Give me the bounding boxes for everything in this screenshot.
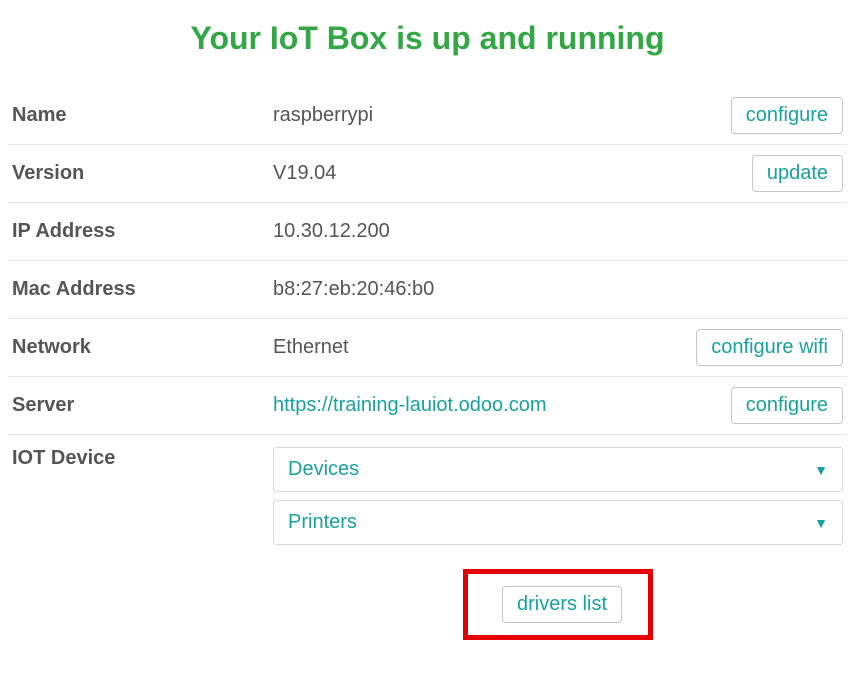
label-mac: Mac Address [12, 278, 255, 301]
label-version: Version [12, 162, 255, 185]
value-name: raspberrypi [273, 104, 723, 127]
panel-devices-title: Devices [288, 458, 359, 481]
page-title: Your IoT Box is up and running [8, 20, 847, 57]
panel-printers-header[interactable]: Printers ▼ [274, 501, 842, 544]
label-name: Name [12, 104, 255, 127]
row-mac: Mac Address b8:27:eb:20:46:b0 [8, 261, 847, 319]
configure-server-button[interactable]: configure [731, 387, 843, 424]
value-network: Ethernet [273, 336, 688, 359]
label-server: Server [12, 394, 255, 417]
label-network: Network [12, 336, 255, 359]
row-version: Version V19.04 update [8, 145, 847, 203]
label-iot-device: IOT Device [12, 447, 255, 470]
chevron-down-icon: ▼ [814, 515, 828, 531]
panel-printers-title: Printers [288, 511, 357, 534]
drivers-list-button[interactable]: drivers list [502, 586, 622, 623]
row-name: Name raspberrypi configure [8, 87, 847, 145]
update-button[interactable]: update [752, 155, 843, 192]
value-ip: 10.30.12.200 [273, 220, 843, 243]
panel-devices-header[interactable]: Devices ▼ [274, 448, 842, 491]
drivers-highlight-box: drivers list [273, 569, 843, 640]
label-ip: IP Address [12, 220, 255, 243]
chevron-down-icon: ▼ [814, 462, 828, 478]
server-link[interactable]: https://training-lauiot.odoo.com [273, 394, 723, 417]
value-mac: b8:27:eb:20:46:b0 [273, 278, 843, 301]
value-version: V19.04 [273, 162, 744, 185]
row-ip: IP Address 10.30.12.200 [8, 203, 847, 261]
row-iot-device: IOT Device Devices ▼ Printers ▼ drivers … [8, 435, 847, 650]
info-table: Name raspberrypi configure Version V19.0… [8, 87, 847, 650]
panel-devices: Devices ▼ [273, 447, 843, 492]
configure-name-button[interactable]: configure [731, 97, 843, 134]
row-network: Network Ethernet configure wifi [8, 319, 847, 377]
panel-printers: Printers ▼ [273, 500, 843, 545]
row-server: Server https://training-lauiot.odoo.com … [8, 377, 847, 435]
configure-wifi-button[interactable]: configure wifi [696, 329, 843, 366]
